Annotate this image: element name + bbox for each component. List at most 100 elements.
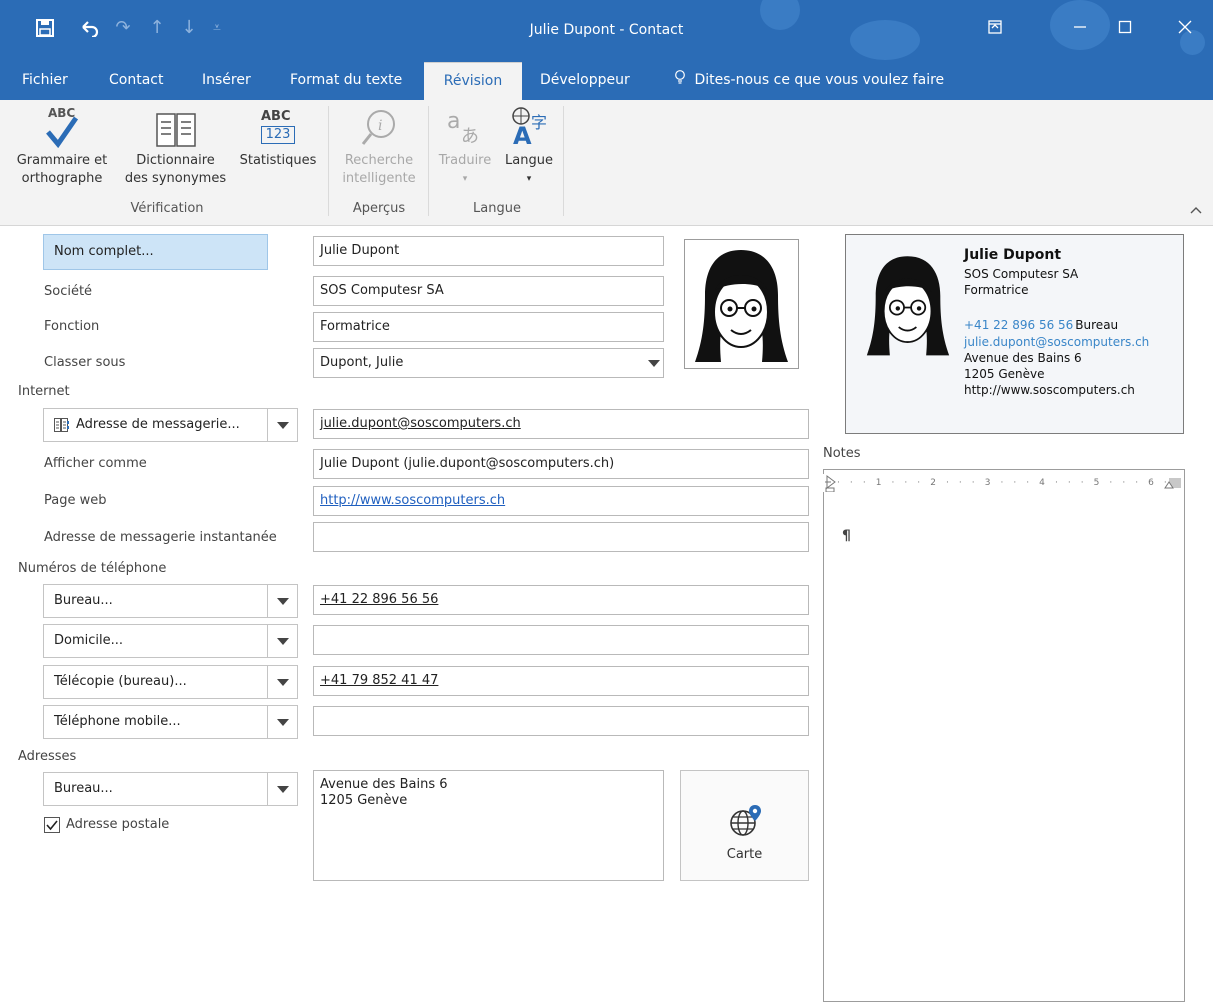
smart-lookup-label-2: intelligente — [342, 171, 416, 186]
im-address-label: Adresse de messagerie instantanée — [44, 530, 277, 545]
address-type-dropdown[interactable]: Bureau... — [43, 772, 298, 806]
translate-label: Traduire — [438, 153, 492, 168]
dropdown-arrow[interactable] — [267, 706, 297, 738]
dropdown-arrow[interactable] — [267, 773, 297, 805]
card-phone-line: +41 22 896 56 56 Bureau — [964, 318, 1118, 332]
ruler-number: 2 — [930, 478, 936, 488]
email-type-label: Adresse de messagerie... — [76, 417, 240, 432]
num-text: 123 — [261, 126, 295, 144]
phone-type-label: Bureau... — [54, 593, 113, 608]
company-input[interactable]: SOS Computesr SA — [313, 276, 664, 306]
phone-type-dropdown[interactable]: Bureau... — [43, 584, 298, 618]
grammar-button[interactable]: ABC Grammaire et orthographe — [12, 102, 112, 188]
phone-input[interactable] — [313, 625, 809, 655]
full-name-input[interactable]: Julie Dupont — [313, 236, 664, 266]
tab-format-du-texte[interactable]: Format du texte — [284, 62, 408, 100]
job-title-label: Fonction — [44, 319, 100, 334]
svg-text:あ: あ — [461, 126, 479, 147]
map-button[interactable]: Carte — [680, 770, 809, 881]
dropdown-arrow[interactable] — [267, 625, 297, 657]
ribbon: ABC Grammaire et orthographe Dictionnair… — [0, 100, 1213, 226]
tab-revision[interactable]: Révision — [424, 62, 522, 100]
email-input[interactable]: julie.dupont@soscomputers.ch — [313, 409, 809, 439]
language-button[interactable]: A字 Langue ▾ — [499, 102, 559, 188]
ruler-number: 4 — [1039, 478, 1045, 488]
grammar-label-2: orthographe — [21, 171, 103, 186]
phone-input[interactable]: +41 79 852 41 47 — [313, 666, 809, 696]
job-title-input[interactable]: Formatrice — [313, 312, 664, 342]
thesaurus-button[interactable]: Dictionnaire des synonymes — [118, 102, 233, 188]
chevron-down-icon[interactable] — [648, 360, 660, 367]
ruler-number: 3 — [984, 478, 991, 488]
smart-lookup-label-1: Recherche — [344, 153, 414, 168]
business-card[interactable]: Julie Dupont SOS Computesr SA Formatrice… — [845, 234, 1184, 434]
phone-type-dropdown[interactable]: Domicile... — [43, 624, 298, 658]
web-page-input[interactable]: http://www.soscomputers.ch — [313, 486, 809, 516]
notes-editor[interactable] — [823, 469, 1185, 1002]
phone-type-dropdown[interactable]: Téléphone mobile... — [43, 705, 298, 739]
tab-fichier[interactable]: Fichier — [16, 62, 74, 100]
smart-lookup-icon: i — [357, 102, 401, 148]
address-type-label: Bureau... — [54, 781, 113, 796]
web-page-label: Page web — [44, 493, 107, 508]
ruler-number: 6 — [1148, 478, 1154, 488]
contact-photo[interactable] — [684, 239, 799, 369]
display-as-label: Afficher comme — [44, 456, 147, 471]
phone-input[interactable]: +41 22 896 56 56 — [313, 585, 809, 615]
ribbon-tab-bar: Fichier Contact Insérer Format du texte … — [0, 62, 1213, 100]
thesaurus-label-1: Dictionnaire — [136, 153, 215, 168]
company-label: Société — [44, 284, 93, 299]
card-name: Julie Dupont — [964, 247, 1062, 263]
word-count-button[interactable]: ABC 123 Statistiques — [236, 102, 320, 170]
paragraph-mark: ¶ — [842, 528, 851, 544]
phone-type-label: Domicile... — [54, 633, 124, 648]
ribbon-separator — [563, 106, 564, 216]
file-as-value: Dupont, Julie — [320, 355, 404, 370]
chevron-down-icon — [277, 719, 289, 726]
group-label-verification: Vérification — [130, 201, 204, 216]
postal-address-checkbox[interactable] — [44, 817, 60, 833]
card-phone-type: Bureau — [1075, 318, 1119, 332]
tab-contact[interactable]: Contact — [103, 62, 169, 100]
maximize-icon[interactable] — [1110, 14, 1140, 44]
postal-address-label: Adresse postale — [66, 817, 170, 832]
notes-ruler[interactable]: · · · 1 · · · 2 · · · 3 · · · 4 · · · 5 · · · 6 · — [823, 474, 1183, 492]
collapse-ribbon-icon[interactable] — [1190, 204, 1202, 217]
phone-type-label: Téléphone mobile... — [54, 714, 181, 729]
svg-text:i: i — [378, 118, 382, 134]
translate-button[interactable]: aあ Traduire ▾ — [433, 102, 497, 188]
book-icon — [151, 102, 201, 148]
phone-type-dropdown[interactable]: Télécopie (bureau)... — [43, 665, 298, 699]
address-book-icon — [54, 418, 70, 436]
abc-text: ABC — [261, 109, 291, 124]
ribbon-display-options-icon[interactable] — [980, 14, 1010, 44]
word-count-icon: ABC 123 — [258, 102, 298, 148]
email-type-dropdown[interactable]: Adresse de messagerie... — [43, 408, 298, 442]
close-icon[interactable] — [1170, 14, 1200, 44]
dropdown-arrow[interactable] — [267, 409, 297, 441]
chevron-down-icon — [277, 598, 289, 605]
phone-type-label: Télécopie (bureau)... — [54, 674, 187, 689]
tell-me-box[interactable]: Dites-nous ce que vous voulez faire — [668, 62, 950, 100]
chevron-down-icon — [277, 679, 289, 686]
translate-icon: aあ — [443, 102, 487, 148]
tab-inserer[interactable]: Insérer — [196, 62, 257, 100]
full-name-button[interactable]: Nom complet... — [43, 234, 268, 270]
checkmark-icon — [46, 820, 58, 831]
tab-developpeur[interactable]: Développeur — [534, 62, 636, 100]
card-company: SOS Computesr SA — [964, 267, 1079, 281]
minimize-icon[interactable] — [1065, 14, 1095, 44]
display-as-input[interactable]: Julie Dupont (julie.dupont@soscomputers.… — [313, 449, 809, 479]
address-textarea[interactable]: Avenue des Bains 6 1205 Genève — [313, 770, 664, 881]
globe-pin-icon — [729, 805, 761, 836]
file-as-label: Classer sous — [44, 355, 126, 370]
im-address-input[interactable] — [313, 522, 809, 552]
address-line: Avenue des Bains 6 — [320, 777, 448, 792]
chevron-down-icon — [277, 638, 289, 645]
ruler-scale: · · · 1 · · · 2 · · · 3 · · · 4 · · · 5 · · · 6 · — [837, 478, 1167, 488]
smart-lookup-button[interactable]: i Recherche intelligente — [333, 102, 425, 188]
phone-input[interactable] — [313, 706, 809, 736]
dropdown-arrow[interactable] — [267, 666, 297, 698]
file-as-select[interactable]: Dupont, Julie — [313, 348, 664, 378]
dropdown-arrow[interactable] — [267, 585, 297, 617]
